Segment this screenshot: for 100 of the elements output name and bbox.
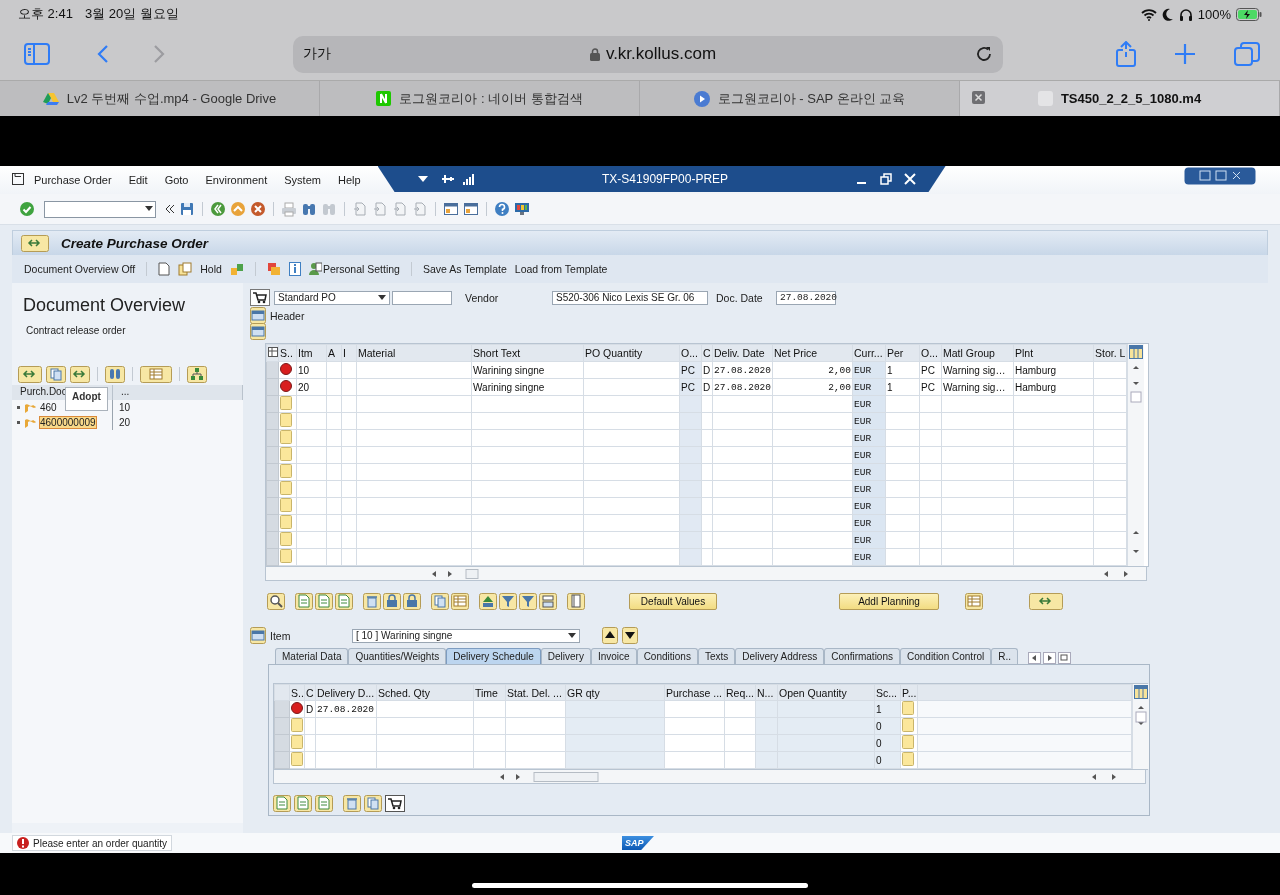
cart-icon[interactable]: [385, 795, 405, 812]
column-header[interactable]: PO Quantity: [583, 344, 680, 362]
collapse-icon[interactable]: [165, 204, 175, 214]
window-icon[interactable]: [463, 201, 479, 217]
addl-planning-button[interactable]: Addl Planning: [839, 593, 939, 610]
tab[interactable]: Conditions: [636, 648, 698, 664]
column-header[interactable]: O...: [679, 344, 702, 362]
delete-icon[interactable]: [363, 593, 381, 610]
lock-icon[interactable]: [383, 593, 401, 610]
item-select[interactable]: [ 10 ] Warining singne: [352, 628, 580, 643]
arrows-icon[interactable]: [18, 365, 42, 383]
default-values-button[interactable]: Default Values: [629, 593, 717, 610]
stack-icon[interactable]: [539, 593, 557, 610]
column-header[interactable]: Stor. L: [1093, 344, 1127, 362]
tab[interactable]: Condition Control: [900, 648, 992, 664]
header-icon[interactable]: [250, 307, 266, 324]
column-layout-icon[interactable]: [1129, 345, 1143, 359]
column-layout-icon[interactable]: [1134, 685, 1148, 699]
dropdown-icon[interactable]: [145, 206, 155, 212]
tabs-icon[interactable]: [1234, 42, 1260, 66]
document-icon[interactable]: [315, 795, 333, 812]
tab-navigation-icon[interactable]: [1028, 652, 1073, 664]
filter-icon[interactable]: [499, 593, 517, 610]
table-settings-icon[interactable]: [268, 347, 278, 357]
column-header[interactable]: Short Text: [471, 344, 584, 362]
tab[interactable]: Quantities/Weights: [348, 648, 447, 664]
page-icon[interactable]: [412, 201, 428, 217]
pin-icon[interactable]: [441, 174, 454, 184]
tab[interactable]: Delivery Address: [735, 648, 825, 664]
document-icon[interactable]: [294, 795, 312, 812]
column-header[interactable]: Itm: [296, 344, 327, 362]
exit-icon[interactable]: [230, 201, 246, 217]
copy-icon[interactable]: [46, 365, 66, 383]
new-tab-icon[interactable]: [1174, 43, 1196, 65]
column-header[interactable]: Material: [356, 344, 472, 362]
document-icon[interactable]: [315, 593, 333, 610]
text-size-button[interactable]: 가가: [303, 45, 331, 63]
column-header[interactable]: C: [701, 344, 713, 362]
column-header[interactable]: N...: [755, 684, 778, 701]
document-number[interactable]: 4600000009: [40, 417, 96, 428]
table-icon[interactable]: [451, 593, 469, 610]
column-header[interactable]: Deliv. Date: [712, 344, 773, 362]
new-document-icon[interactable]: [158, 262, 171, 276]
info-icon[interactable]: [288, 262, 301, 276]
binoculars-icon[interactable]: [105, 365, 125, 383]
window-controls[interactable]: [1184, 167, 1256, 185]
tab[interactable]: Delivery: [540, 648, 591, 664]
column-header[interactable]: Time: [473, 684, 506, 701]
signal-icon[interactable]: [462, 173, 475, 185]
page-icon[interactable]: [352, 201, 368, 217]
header-icon[interactable]: [250, 323, 266, 340]
hierarchy-icon[interactable]: [187, 365, 207, 383]
header-icon[interactable]: [250, 627, 266, 644]
reload-icon[interactable]: [975, 44, 993, 64]
person-icon[interactable]: [308, 262, 322, 276]
document-icon[interactable]: [295, 593, 313, 610]
dropdown-icon[interactable]: [417, 176, 428, 182]
help-icon[interactable]: [494, 201, 510, 217]
column-header[interactable]: Sched. Qty: [376, 684, 474, 701]
cart-icon[interactable]: [250, 289, 270, 306]
column-header[interactable]: Plnt: [1013, 344, 1094, 362]
close-tab-icon[interactable]: [972, 91, 985, 104]
sidebar-icon[interactable]: [24, 43, 50, 65]
header-toggle[interactable]: Header: [270, 309, 305, 322]
monitor-icon[interactable]: [514, 201, 530, 217]
page-icon[interactable]: [392, 201, 408, 217]
column-header[interactable]: Net Price: [772, 344, 853, 362]
column-header[interactable]: C: [304, 684, 316, 701]
column-header[interactable]: Sc...: [874, 684, 901, 701]
column-header[interactable]: Matl Group: [941, 344, 1014, 362]
column-header[interactable]: Stat. Del. ...: [505, 684, 566, 701]
date-field[interactable]: 27.08.2020: [776, 290, 836, 305]
input-field[interactable]: [392, 290, 452, 305]
book-icon[interactable]: [567, 593, 585, 610]
toolbar-button[interactable]: Load from Template: [514, 263, 608, 275]
document-icon[interactable]: [335, 593, 353, 610]
delete-icon[interactable]: [343, 795, 361, 812]
menu-item[interactable]: Purchase Order: [34, 174, 112, 186]
share-icon[interactable]: [1116, 41, 1136, 67]
arrows-icon[interactable]: [1029, 593, 1063, 610]
browser-tab[interactable]: TS450_2_2_5_1080.m4: [960, 81, 1280, 116]
window-icon[interactable]: [443, 201, 459, 217]
arrows-icon[interactable]: [21, 234, 49, 252]
toolbar-button[interactable]: Hold: [200, 263, 222, 275]
back-icon[interactable]: [97, 44, 109, 64]
column-header[interactable]: Delivery D...: [315, 684, 377, 701]
toolbar-button[interactable]: Save As Template: [422, 263, 507, 275]
document-type-select[interactable]: Standard PO: [274, 290, 390, 305]
column-header[interactable]: A: [326, 344, 342, 362]
column-header[interactable]: Req...: [724, 684, 756, 701]
dropdown-icon[interactable]: [378, 295, 386, 300]
vendor-field[interactable]: S520-306 Nico Lexis SE Gr. 06: [552, 290, 708, 305]
lock-icon[interactable]: [403, 593, 421, 610]
toolbar-button[interactable]: Document Overview Off: [24, 263, 136, 275]
sort-icon[interactable]: [479, 593, 497, 610]
filter-icon[interactable]: [519, 593, 537, 610]
column-header[interactable]: ...: [113, 385, 243, 400]
column-header[interactable]: Curr...: [852, 344, 886, 362]
column-header[interactable]: Per: [885, 344, 920, 362]
message-icon[interactable]: [266, 262, 281, 276]
